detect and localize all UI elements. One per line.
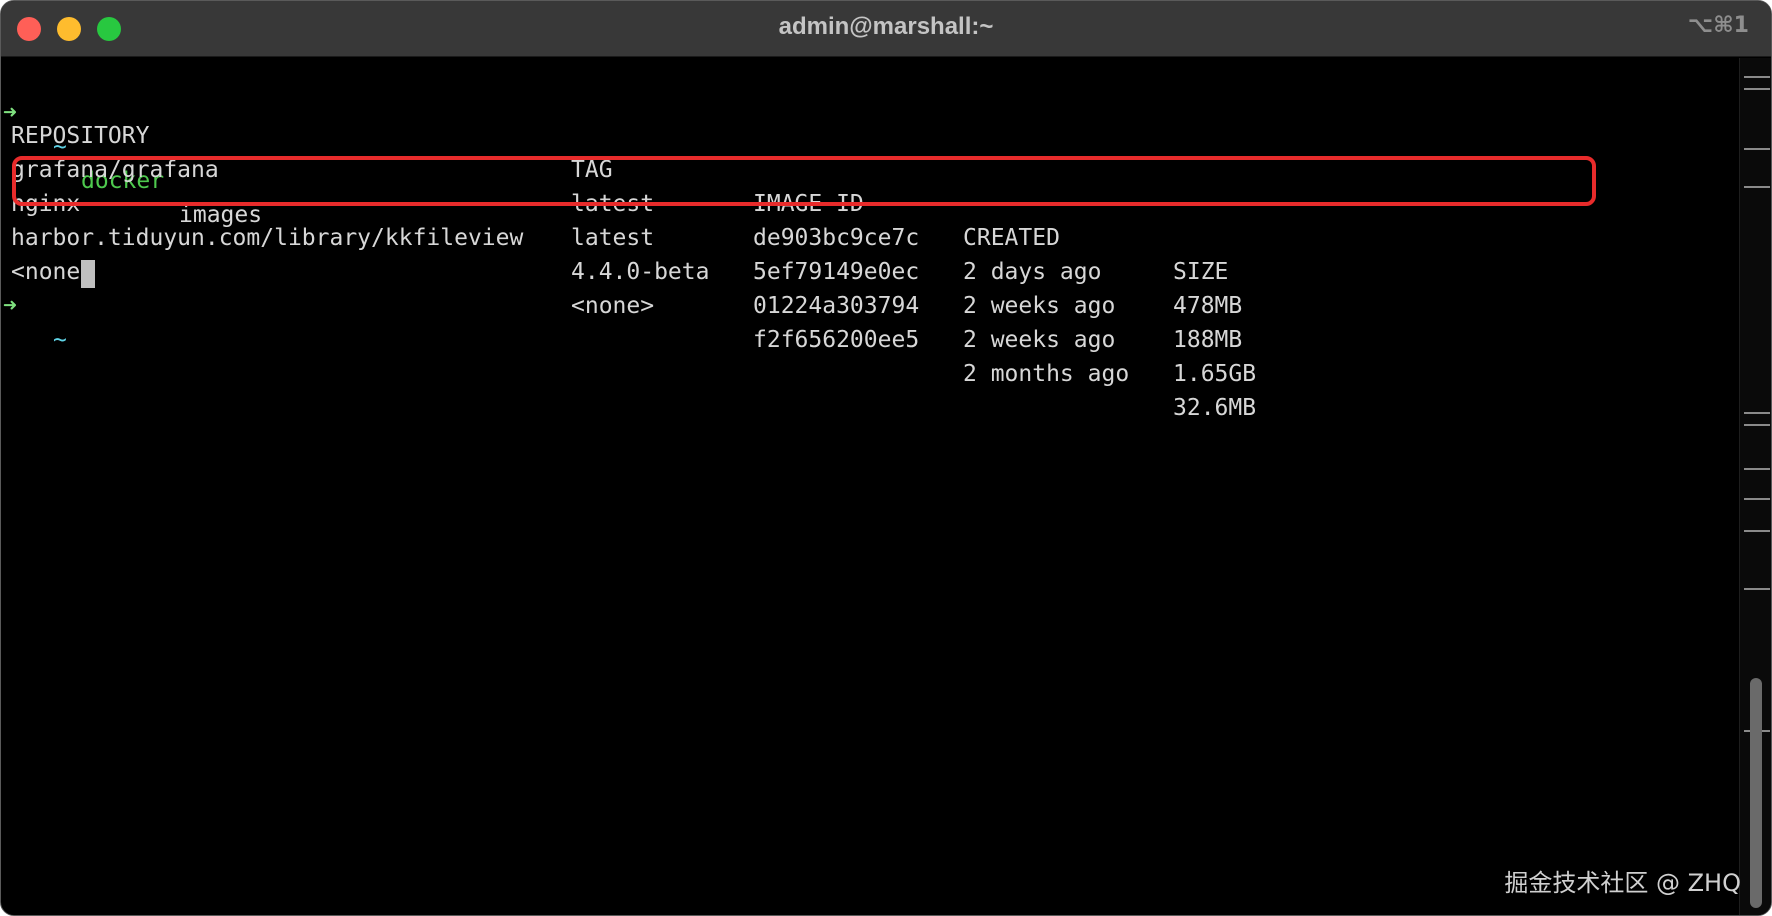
text-cursor [81, 260, 95, 288]
table-header: REPOSITORY TAG IMAGE ID CREATED SIZE [1, 85, 1401, 285]
scroll-thumb[interactable] [1750, 678, 1762, 908]
scroll-mark [1744, 530, 1770, 532]
scroll-mark [1744, 186, 1770, 188]
table-row: <none> <none> f2f656200ee5 2 months ago … [1, 221, 1401, 421]
title-bar[interactable]: admin@marshall:~ ⌥⌘1 [1, 1, 1771, 57]
table-row: grafana/grafana latest de903bc9ce7c 2 da… [1, 119, 1401, 319]
scroll-mark [1744, 412, 1770, 414]
cell-tag: <none> [571, 293, 655, 319]
cell-created: 2 months ago [963, 361, 1130, 387]
cell-created: 2 weeks ago [963, 293, 1116, 319]
cell-size: 478MB [1173, 293, 1243, 319]
prompt-arrow: ➜ [3, 293, 17, 319]
cell-created: 2 weeks ago [963, 327, 1116, 353]
cell-image-id: 01224a303794 [753, 293, 920, 319]
cell-size: 1.65GB [1173, 361, 1257, 387]
scrollbar[interactable] [1739, 58, 1771, 915]
scroll-mark [1744, 148, 1770, 150]
scroll-mark [1744, 88, 1770, 90]
prompt-line: ➜ ~ [1, 255, 201, 353]
cell-image-id: f2f656200ee5 [753, 327, 920, 353]
terminal-window: admin@marshall:~ ⌥⌘1 ➜ ~ docker images R… [0, 0, 1772, 916]
cell-created: 2 days ago [963, 259, 1102, 285]
scroll-mark [1744, 498, 1770, 500]
cell-tag: 4.4.0-beta [571, 259, 710, 285]
cell-size: 32.6MB [1173, 395, 1257, 421]
watermark: 掘金技术社区 @ ZHQ [1504, 869, 1741, 897]
prompt-tilde: ~ [53, 327, 67, 353]
scroll-mark [1744, 76, 1770, 78]
highlight-box [12, 156, 1596, 206]
cell-size: 188MB [1173, 327, 1243, 353]
cell-image-id: 5ef79149e0ec [753, 259, 920, 285]
window-shortcut: ⌥⌘1 [1687, 13, 1749, 38]
header-size: SIZE [1173, 259, 1229, 285]
window-title: admin@marshall:~ [778, 13, 994, 40]
scroll-mark [1744, 588, 1770, 590]
scroll-mark [1744, 424, 1770, 426]
scroll-mark [1744, 468, 1770, 470]
